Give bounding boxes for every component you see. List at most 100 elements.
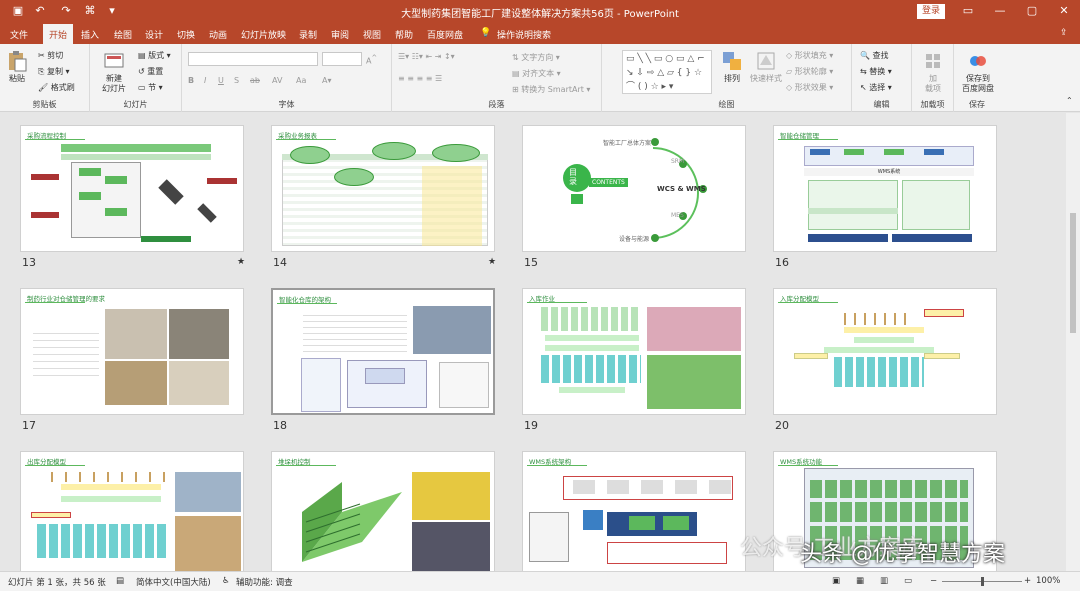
convert-smartart-button[interactable]: ⊞ 转换为 SmartArt ▾ (512, 84, 590, 95)
zoom-in-icon[interactable]: + (1024, 576, 1031, 586)
new-slide-button[interactable]: 新建 幻灯片 (96, 50, 132, 94)
close-icon[interactable]: ✕ (1054, 4, 1074, 17)
tab-transitions[interactable]: 切换 (177, 28, 195, 41)
section-button[interactable]: ▭ 节 ▾ (138, 82, 163, 93)
align-text-button[interactable]: ▤ 对齐文本 ▾ (512, 68, 561, 79)
minimize-icon[interactable]: — (990, 4, 1010, 17)
tab-home[interactable]: 开始 (43, 24, 74, 44)
copy-button[interactable]: ⎘ 复制 ▾ (38, 66, 70, 77)
slide-thumbnail-16[interactable]: 智能仓储管理 WMS系统 (773, 125, 997, 252)
tell-me-search[interactable]: 操作说明搜索 (497, 28, 551, 41)
arrange-icon (723, 52, 741, 70)
select-button[interactable]: ↖ 选择 ▾ (860, 82, 892, 93)
spellcheck-icon[interactable]: ▤ (116, 576, 124, 586)
login-button[interactable]: 登录 (917, 4, 945, 19)
save-to-baidu-button[interactable]: 保存到 百度网盘 (958, 50, 998, 94)
find-button[interactable]: 🔍 查找 (860, 50, 889, 61)
underline-button[interactable]: U (218, 76, 224, 85)
arrange-button[interactable]: 排列 (718, 50, 746, 84)
tab-animations[interactable]: 动画 (209, 28, 227, 41)
ribbon-tabs: 文件 开始 插入 绘图 设计 切换 动画 幻灯片放映 录制 审阅 视图 帮助 百… (0, 24, 1080, 44)
shape-effects-button[interactable]: ◇ 形状效果 ▾ (786, 82, 833, 93)
slide-count-status: 幻灯片 第 1 张，共 56 张 (8, 578, 106, 588)
addins-group-label: 加载项 (920, 100, 945, 109)
slide-thumbnail-17[interactable]: 制药行业对仓储管理的要求 (20, 288, 244, 415)
tab-review[interactable]: 审阅 (331, 28, 349, 41)
font-name-dropdown[interactable] (188, 52, 318, 66)
tab-slideshow[interactable]: 幻灯片放映 (241, 28, 286, 41)
reset-button[interactable]: ↺ 重置 (138, 66, 163, 77)
change-case-icon[interactable]: Aa (296, 76, 306, 85)
collapse-ribbon-icon[interactable]: ⌃ (1066, 96, 1073, 105)
slide-sorter: 采购流程控制 13 ★ 采购业务报表 14 ★ 目 录 CONTENTS 智能工… (0, 113, 1066, 571)
contents-label: CONTENTS (589, 178, 628, 187)
save-group-label: 保存 (969, 100, 985, 109)
paste-icon (9, 51, 27, 72)
zoom-level[interactable]: 100% (1036, 576, 1060, 586)
baidu-netdisk-icon (970, 56, 986, 66)
share-icon[interactable]: ⇪ (1060, 28, 1068, 38)
strikethrough-button[interactable]: ab (250, 76, 260, 85)
font-grow-icon[interactable]: A^ (366, 54, 377, 66)
shape-fill-button[interactable]: ◇ 形状填充 ▾ (786, 50, 833, 61)
tab-draw[interactable]: 绘图 (114, 28, 132, 41)
slide-thumbnail-13[interactable]: 采购流程控制 (20, 125, 244, 252)
slideshow-view-icon[interactable]: ▭ (904, 576, 912, 586)
slide-thumbnail-14[interactable]: 采购业务报表 (271, 125, 495, 252)
normal-view-icon[interactable]: ▣ (832, 576, 840, 586)
replace-button[interactable]: ⇆ 替换 ▾ (860, 66, 892, 77)
slide-thumbnail-15[interactable]: 目 录 CONTENTS 智能工厂总体方案 SRM WCS & WMS MES … (522, 125, 746, 252)
slide-thumbnail-21[interactable]: 出库分配模型 (20, 451, 244, 571)
language-status[interactable]: 简体中文(中国大陆) (136, 576, 211, 588)
slide-number: 13 (22, 256, 36, 269)
tab-insert[interactable]: 插入 (81, 28, 99, 41)
shadow-button[interactable]: S (234, 76, 239, 85)
align-icons[interactable]: ≡ ≡ ≡ ≡ ☰ (398, 74, 442, 83)
layout-button[interactable]: ▤ 版式 ▾ (138, 50, 171, 61)
format-painter-button[interactable]: 🖌 格式刷 (38, 82, 75, 93)
slide-thumbnail-18[interactable]: 智能化仓库的架构 (271, 288, 495, 415)
accessibility-status[interactable]: 辅助功能: 调查 (236, 576, 293, 588)
italic-button[interactable]: I (204, 76, 206, 85)
tab-record[interactable]: 录制 (299, 28, 317, 41)
new-slide-icon (104, 53, 124, 68)
shape-outline-button[interactable]: ▱ 形状轮廓 ▾ (786, 66, 833, 77)
reading-view-icon[interactable]: ▥ (880, 576, 888, 586)
text-direction-button[interactable]: ⇅ 文字方向 ▾ (512, 52, 560, 63)
bullets-icon[interactable]: ☰▾ ☷▾ ⇤ ⇥ ↕▾ (398, 52, 455, 61)
tab-file[interactable]: 文件 (10, 28, 28, 41)
editing-group-label: 编辑 (873, 100, 890, 109)
tab-design[interactable]: 设计 (145, 28, 163, 41)
cut-button[interactable]: ✂ 剪切 (38, 50, 63, 61)
tab-baidu-netdisk[interactable]: 百度网盘 (427, 28, 463, 41)
slides-group-label: 幻灯片 (123, 100, 148, 109)
bold-button[interactable]: B (188, 76, 194, 85)
font-size-dropdown[interactable] (322, 52, 362, 66)
zoom-slider-thumb[interactable] (981, 577, 984, 586)
slide-sorter-view-icon[interactable]: ▦ (856, 576, 864, 586)
paste-button[interactable]: 粘贴 (4, 50, 30, 84)
tab-view[interactable]: 视图 (363, 28, 381, 41)
slide-thumbnail-20[interactable]: 入库分配模型 (773, 288, 997, 415)
slide-thumbnail-22[interactable]: 堆垛机控制 (271, 451, 495, 571)
tab-help[interactable]: 帮助 (395, 28, 413, 41)
contents-word: 目 录 (569, 168, 577, 186)
slides-group: 新建 幻灯片 ▤ 版式 ▾ ↺ 重置 ▭ 节 ▾ 幻灯片 (90, 44, 182, 112)
zoom-out-icon[interactable]: − (930, 576, 937, 586)
slide-thumbnail-19[interactable]: 入库作业 (522, 288, 746, 415)
accessibility-icon[interactable]: ♿ (222, 576, 230, 586)
ribbon-display-icon[interactable]: ▭ (958, 4, 978, 17)
shapes-gallery[interactable]: ▭ ╲ ╲ ▭ ○ ▭ △ ⌐ ↘ ⇩ ⇨ △ ▱ { } ☆ ⌒ ( ) ☆ ▸ … (622, 50, 712, 94)
addins-button[interactable]: 加 载项 (920, 50, 946, 94)
copy-icon: ⎘ (38, 67, 45, 76)
maximize-icon[interactable]: ▢ (1022, 4, 1042, 17)
char-spacing-icon[interactable]: AV (272, 76, 282, 85)
font-color-icon[interactable]: A▾ (322, 76, 332, 85)
quick-styles-button[interactable]: 快速样式 (750, 50, 782, 84)
status-bar: 幻灯片 第 1 张，共 56 张 ▤ 简体中文(中国大陆) ♿ 辅助功能: 调查… (0, 571, 1080, 591)
slide-number: 20 (775, 419, 789, 432)
select-icon: ↖ (860, 83, 867, 92)
slide-thumbnail-23[interactable]: WMS系统架构 (522, 451, 746, 571)
scrollbar-thumb[interactable] (1070, 213, 1076, 333)
vertical-scrollbar[interactable] (1066, 113, 1080, 571)
